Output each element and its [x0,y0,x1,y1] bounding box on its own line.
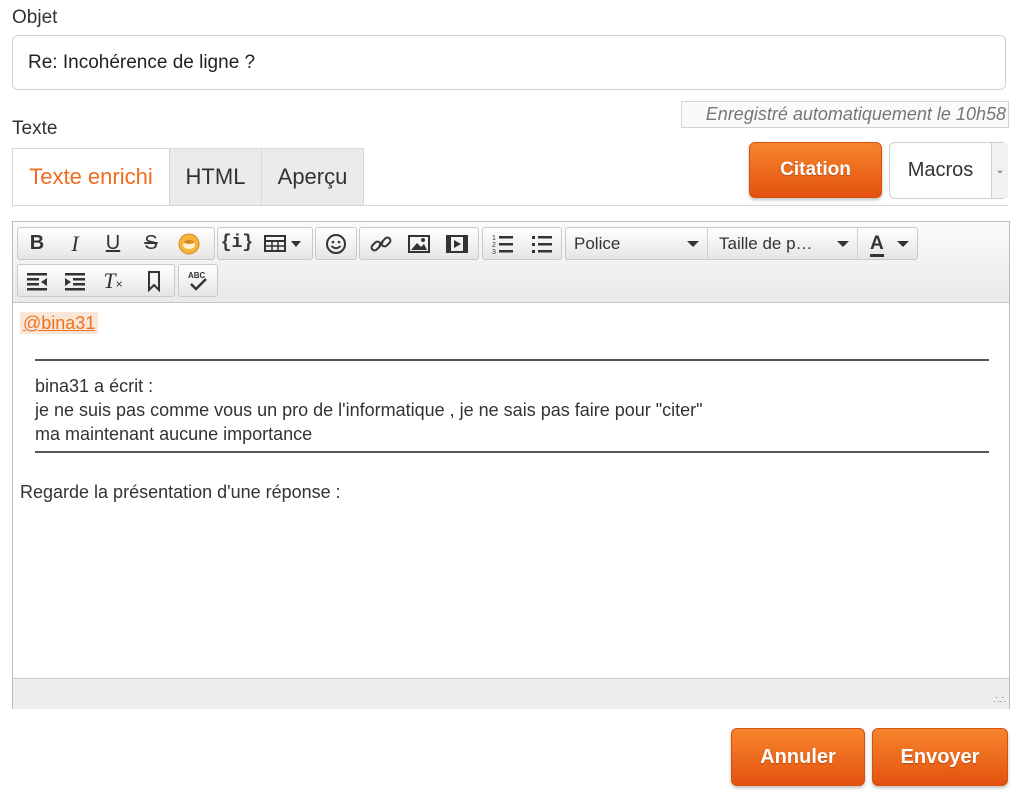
font-size-select[interactable]: Taille de p… [711,228,858,259]
tabs-divider [12,205,1008,206]
svg-text:ABC: ABC [188,271,206,280]
quote-line: bina31 a écrit : [35,376,154,396]
subject-input[interactable]: Re: Incohérence de ligne ? [12,35,1006,90]
text-label: Texte [12,118,58,139]
quote-line: ma maintenant aucune importance [35,424,313,444]
spellcheck-icon[interactable]: ABC [179,265,217,296]
user-mention[interactable]: @bina31 [20,312,99,334]
toolbar-group-basic: B I U S [17,227,215,260]
macros-select-value: Macros [907,159,974,181]
citation-button[interactable]: Citation [749,142,882,198]
outdent-icon[interactable] [18,265,56,296]
tab-rich-text[interactable]: Texte enrichi [12,148,170,206]
bold-icon[interactable]: B [18,228,56,259]
italic-icon[interactable]: I [56,228,94,259]
svg-text:2: 2 [492,242,496,249]
table-icon[interactable] [258,228,312,259]
toolbar-group-format: Police Taille de p… A [565,227,918,260]
indent-icon[interactable] [56,265,94,296]
toolbar-group-media [359,227,479,260]
font-family-value: Police [574,234,621,253]
send-button[interactable]: Envoyer [872,728,1008,786]
autosave-status: Enregistré automatiquement le 10h58 [681,101,1009,128]
resize-grip-icon[interactable]: ∴∴ [993,695,1006,706]
smiley-icon[interactable] [317,228,355,259]
editor-status-bar: ∴∴ [13,678,1009,709]
reply-text: Regarde la présentation d'une réponse : [20,482,341,502]
video-icon[interactable] [438,228,476,259]
bookmark-icon[interactable] [135,265,173,296]
subject-label: Objet [12,7,58,28]
toolbar-group-smiley [315,227,357,260]
macros-select[interactable]: Macros ⌄ [889,142,1008,199]
tab-preview[interactable]: Aperçu [261,148,364,206]
text-color-icon[interactable]: A [862,228,917,259]
code-icon[interactable]: {i} [218,228,256,259]
font-family-select[interactable]: Police [566,228,708,259]
strikethrough-icon[interactable]: S [132,228,170,259]
clear-format-icon[interactable]: T× [94,265,132,296]
emoji-plugin-icon[interactable] [170,228,208,259]
image-icon[interactable] [400,228,438,259]
toolbar-group-lists: 123 [482,227,562,260]
toolbar-group-code-table: {i} [217,227,313,260]
text-color-letter: A [870,234,884,257]
chevron-down-icon [897,241,909,247]
quote-line: je ne suis pas comme vous un pro de l'in… [35,400,703,420]
svg-text:3: 3 [492,249,496,255]
chevron-down-icon [687,241,699,247]
svg-text:1: 1 [492,235,496,242]
underline-icon[interactable]: U [94,228,132,259]
chevron-down-icon [837,241,849,247]
editor-content[interactable]: @bina31 bina31 a écrit : je ne suis pas … [13,303,1009,678]
tab-html[interactable]: HTML [169,148,262,206]
editor-toolbar: B I U S {i} 1 2 3 Police Taille de p… A … [13,222,1009,303]
rich-text-editor: B I U S {i} 1 2 3 Police Taille de p… A … [12,221,1010,709]
toolbar-group-indent: T× [17,264,175,297]
cancel-button[interactable]: Annuler [731,728,865,786]
chevron-down-icon[interactable]: ⌄ [991,143,1008,198]
quote-block: bina31 a écrit : je ne suis pas comme vo… [35,359,989,453]
bulleted-list-icon[interactable] [523,228,561,259]
numbered-list-icon[interactable]: 123 [484,228,522,259]
font-size-value: Taille de p… [719,234,813,253]
toolbar-group-spellcheck: ABC [178,264,218,297]
link-icon[interactable] [362,228,400,259]
